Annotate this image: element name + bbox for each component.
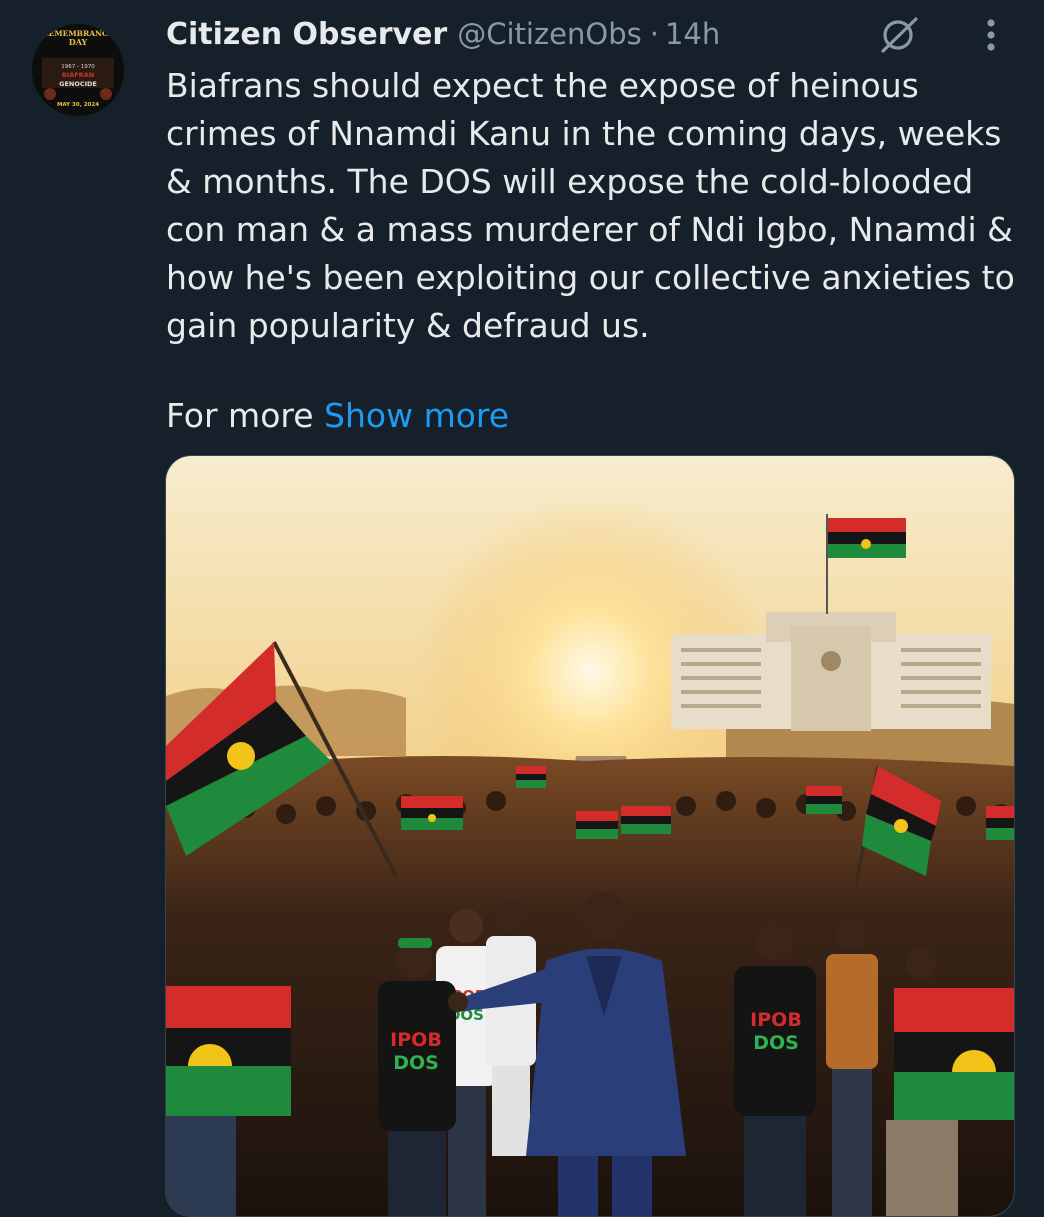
tweet-header: Citizen Observer @CitizenObs · 14h (166, 14, 720, 54)
show-more-link[interactable]: Show more (324, 396, 509, 435)
tweet-timestamp[interactable]: 14h (665, 17, 720, 51)
more-vertical-icon[interactable] (974, 14, 1008, 56)
more-prefix: For more (166, 396, 314, 435)
author-handle[interactable]: @CitizenObs (457, 17, 642, 51)
author-name[interactable]: Citizen Observer (166, 17, 447, 52)
avatar-line3: 1967 - 1970 (61, 64, 95, 70)
shirt-text-right-2: DOS (753, 1032, 799, 1054)
tweet-paragraph: Biafrans should expect the expose of hei… (166, 66, 1015, 345)
avatar-line6: MAY 30, 2024 (57, 102, 99, 108)
tweet-media-image[interactable]: IPOB DOS IPOB DOS IPOB (165, 455, 1015, 1217)
header-separator: · (649, 17, 659, 51)
shirt-text-left-2: DOS (393, 1052, 439, 1074)
grok-icon[interactable] (876, 14, 922, 56)
tweet-text: Biafrans should expect the expose of hei… (166, 62, 1016, 350)
avatar-line2: DAY (69, 37, 88, 47)
avatar-line4: BIAFRAN (62, 71, 94, 79)
avatar-line5: GENOCIDE (59, 80, 97, 88)
held-flag-left (166, 986, 291, 1116)
shirt-text-right-1: IPOB (750, 1009, 802, 1031)
media-scene: IPOB DOS IPOB DOS IPOB (166, 456, 1014, 1216)
author-avatar[interactable]: REMEMBRANCE DAY 1967 - 1970 BIAFRAN GENO… (32, 24, 124, 116)
held-flag-right (894, 988, 1014, 1120)
avatar-image: REMEMBRANCE DAY 1967 - 1970 BIAFRAN GENO… (32, 24, 124, 116)
more-line: For more Show more (166, 392, 509, 440)
building-flag (828, 518, 906, 558)
shirt-text-left-1: IPOB (390, 1029, 442, 1051)
